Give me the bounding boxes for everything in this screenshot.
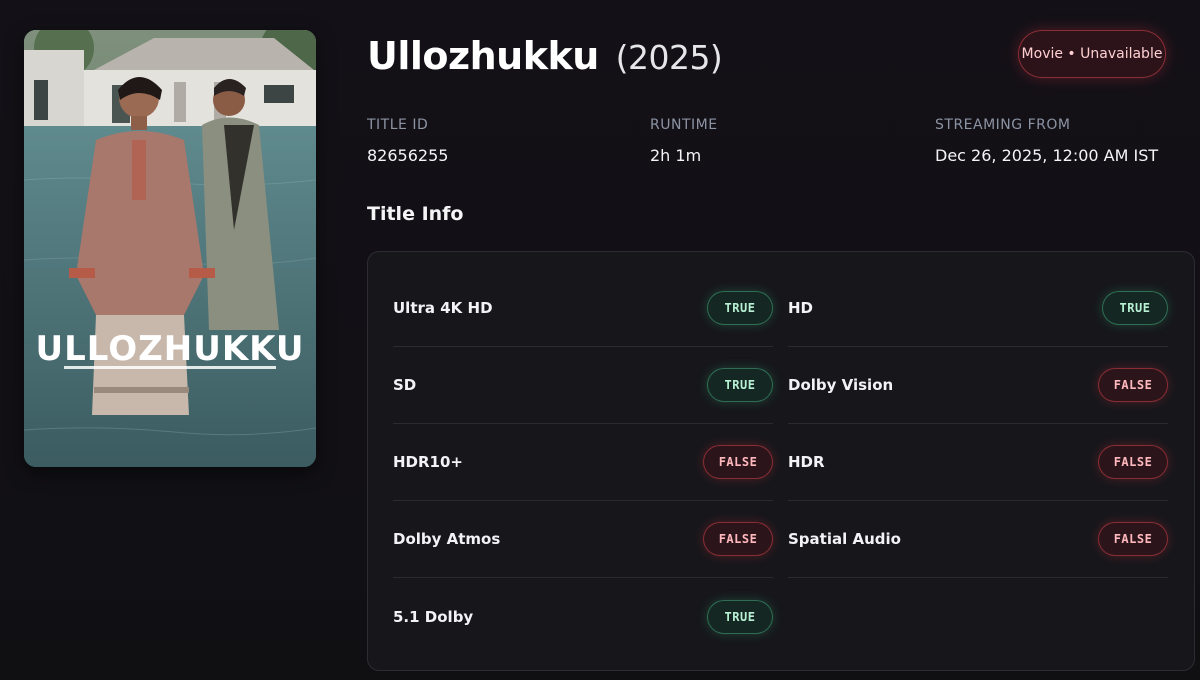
info-label: 5.1 Dolby bbox=[393, 607, 474, 626]
info-row-5-1-dolby: 5.1 Dolby TRUE bbox=[393, 578, 773, 655]
info-label: HDR bbox=[788, 453, 825, 471]
true-badge: TRUE bbox=[1102, 291, 1168, 325]
meta-label: STREAMING FROM bbox=[935, 117, 1071, 133]
poster-title-text: ULLOZHUKKU bbox=[35, 329, 304, 369]
false-badge: FALSE bbox=[1098, 522, 1168, 556]
info-label: HDR10+ bbox=[393, 453, 463, 471]
section-title: Title Info bbox=[367, 203, 464, 225]
meta-runtime: RUNTIME 2h 1m bbox=[650, 117, 718, 165]
info-label: Ultra 4K HD bbox=[393, 299, 493, 317]
meta-streaming-from: STREAMING FROM Dec 26, 2025, 12:00 AM IS… bbox=[935, 117, 1158, 165]
meta-label: TITLE ID bbox=[367, 117, 429, 133]
info-row-dolby-vision: Dolby Vision FALSE bbox=[788, 347, 1168, 424]
meta-value: 82656255 bbox=[367, 146, 449, 165]
meta-label: RUNTIME bbox=[650, 117, 718, 133]
false-badge: FALSE bbox=[1098, 368, 1168, 402]
title-year: (2025) bbox=[615, 38, 723, 77]
info-label: HD bbox=[788, 299, 814, 317]
info-row-spatial-audio: Spatial Audio FALSE bbox=[788, 501, 1168, 578]
info-row-ultra-4k-hd: Ultra 4K HD TRUE bbox=[393, 270, 773, 347]
movie-poster[interactable]: ULLOZHUKKU bbox=[24, 30, 316, 467]
true-badge: TRUE bbox=[707, 291, 773, 325]
false-badge: FALSE bbox=[1098, 445, 1168, 479]
poster-artwork: ULLOZHUKKU bbox=[24, 30, 316, 467]
info-row-hdr10-plus: HDR10+ FALSE bbox=[393, 424, 773, 501]
meta-value: 2h 1m bbox=[650, 146, 702, 165]
meta-title-id: TITLE ID 82656255 bbox=[367, 117, 448, 165]
true-badge: TRUE bbox=[707, 368, 773, 402]
info-label: Spatial Audio bbox=[788, 530, 901, 548]
title-name: Ullozhukku bbox=[367, 34, 599, 78]
info-label: Dolby Vision bbox=[788, 376, 894, 394]
info-label: SD bbox=[393, 376, 417, 394]
info-row-dolby-atmos: Dolby Atmos FALSE bbox=[393, 501, 773, 578]
false-badge: FALSE bbox=[703, 445, 773, 479]
info-row-sd: SD TRUE bbox=[393, 347, 773, 424]
true-badge: TRUE bbox=[707, 599, 773, 634]
page-title: Ullozhukku (2025) bbox=[367, 34, 723, 78]
info-label: Dolby Atmos bbox=[393, 530, 501, 548]
title-info-card: Ultra 4K HD TRUE HD TRUE SD TRUE Dolby V… bbox=[367, 251, 1195, 671]
info-row-hdr: HDR FALSE bbox=[788, 424, 1168, 501]
false-badge: FALSE bbox=[703, 522, 773, 556]
meta-value: Dec 26, 2025, 12:00 AM IST bbox=[935, 146, 1159, 165]
info-row-hd: HD TRUE bbox=[788, 270, 1168, 347]
status-badge: Movie • Unavailable bbox=[1018, 30, 1166, 78]
